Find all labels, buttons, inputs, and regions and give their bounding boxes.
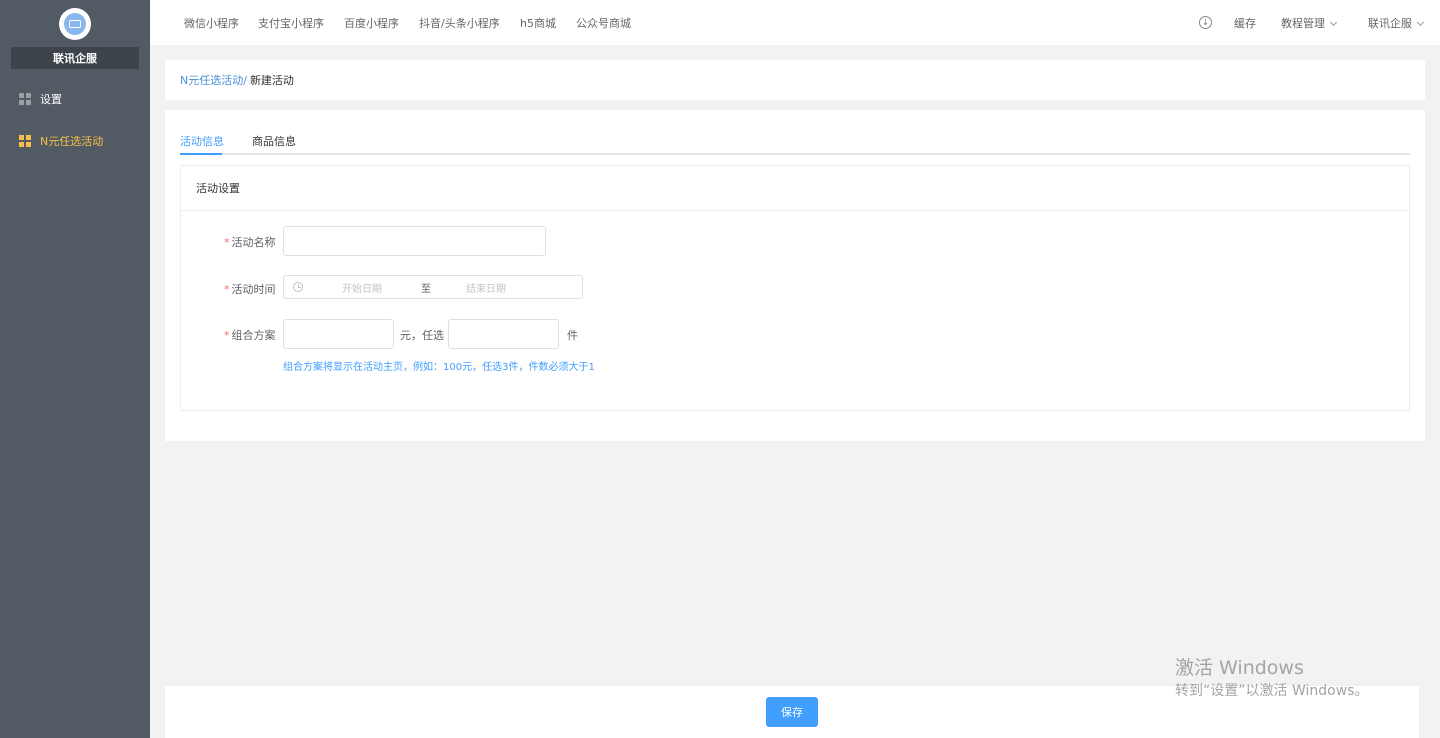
tab-product-info[interactable]: 商品信息 xyxy=(252,133,296,149)
nav-link-alipay-miniprogram[interactable]: 支付宝小程序 xyxy=(258,15,324,31)
sidebar-item-n-yuan-activity[interactable]: N元任选活动 xyxy=(0,127,150,155)
breadcrumb-current: 新建活动 xyxy=(249,74,294,87)
activity-settings-panel: 活动设置 * 活动名称 * 活动时间 开始日期 至 结束日期 * 组合方案 元，任选 … xyxy=(180,165,1410,411)
required-mark: * xyxy=(224,283,230,296)
tab-active-indicator xyxy=(180,153,222,155)
top-navbar: 微信小程序 支付宝小程序 百度小程序 抖音/头条小程序 h5商城 公众号商城 ↓… xyxy=(150,0,1440,45)
combo-piece-text: 件 xyxy=(567,329,578,342)
combo-quantity-input[interactable] xyxy=(448,319,559,349)
nav-link-wechat-miniprogram[interactable]: 微信小程序 xyxy=(184,15,239,31)
sidebar-item-label: N元任选活动 xyxy=(40,135,104,148)
activity-form-card: 活动信息 商品信息 活动设置 * 活动名称 * 活动时间 开始日期 至 结束日期 *… xyxy=(165,110,1425,441)
activity-date-range-picker[interactable]: 开始日期 至 结束日期 xyxy=(283,275,583,299)
activity-name-label-text: 活动名称 xyxy=(231,236,276,249)
save-button[interactable]: 保存 xyxy=(766,697,818,727)
combo-plan-label: * 组合方案 xyxy=(224,327,276,343)
brand-name: 联讯企服 xyxy=(11,47,139,69)
download-icon[interactable]: ↓ xyxy=(1199,16,1212,29)
tab-activity-info[interactable]: 活动信息 xyxy=(180,133,224,149)
sidebar-item-settings[interactable]: 设置 xyxy=(0,85,150,113)
sidebar: 联讯企服 设置 N元任选活动 xyxy=(0,0,150,738)
combo-price-input[interactable] xyxy=(283,319,394,349)
user-menu[interactable]: 联讯企服 xyxy=(1368,15,1425,31)
breadcrumb: N元任选活动/ 新建活动 xyxy=(165,60,1425,100)
combo-plan-label-text: 组合方案 xyxy=(231,329,276,342)
chevron-down-icon xyxy=(1329,18,1338,27)
activity-name-label: * 活动名称 xyxy=(224,234,276,250)
activation-watermark-title: 激活 Windows xyxy=(1175,657,1304,679)
required-mark: * xyxy=(224,329,230,342)
activity-time-label: * 活动时间 xyxy=(224,281,276,297)
chevron-down-icon xyxy=(1416,18,1425,27)
logo xyxy=(59,8,91,40)
grid-icon xyxy=(19,93,31,105)
nav-link-official-account-mall[interactable]: 公众号商城 xyxy=(576,15,631,31)
grid-icon xyxy=(19,135,31,147)
combo-yuan-text: 元，任选 xyxy=(400,329,444,342)
panel-title: 活动设置 xyxy=(181,166,1409,211)
activation-watermark-subtitle: 转到“设置”以激活 Windows。 xyxy=(1175,683,1369,699)
combo-plan-hint: 组合方案将显示在活动主页，例如：100元，任选3件，件数必须大于1 xyxy=(283,362,595,373)
activity-time-label-text: 活动时间 xyxy=(231,283,276,296)
required-mark: * xyxy=(224,236,230,249)
range-separator: 至 xyxy=(421,283,431,295)
logo-icon xyxy=(64,13,86,35)
breadcrumb-parent-link[interactable]: N元任选活动/ xyxy=(180,72,247,88)
tutorial-menu-label: 教程管理 xyxy=(1281,17,1325,30)
nav-link-baidu-miniprogram[interactable]: 百度小程序 xyxy=(344,15,399,31)
tab-bar: 活动信息 商品信息 xyxy=(180,130,1410,155)
nav-link-douyin-miniprogram[interactable]: 抖音/头条小程序 xyxy=(419,15,500,31)
nav-link-h5-mall[interactable]: h5商城 xyxy=(520,15,556,31)
clock-icon xyxy=(293,282,303,292)
activity-name-input[interactable] xyxy=(283,226,546,256)
start-date-placeholder[interactable]: 开始日期 xyxy=(342,280,382,295)
sidebar-item-label: 设置 xyxy=(40,93,62,106)
cache-link[interactable]: 缓存 xyxy=(1234,15,1256,31)
user-menu-label: 联讯企服 xyxy=(1368,17,1412,30)
end-date-placeholder[interactable]: 结束日期 xyxy=(466,280,506,295)
tutorial-menu[interactable]: 教程管理 xyxy=(1281,15,1338,31)
